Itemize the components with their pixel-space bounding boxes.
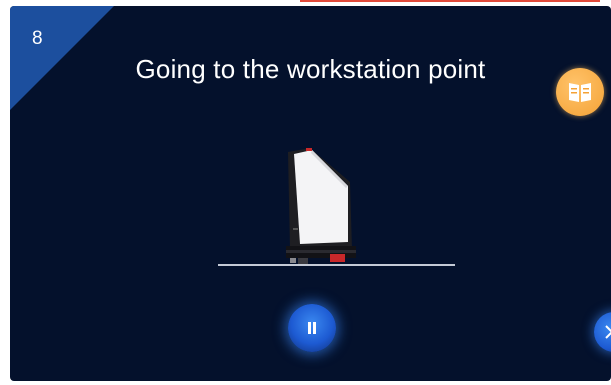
status-title: Going to the workstation point bbox=[135, 54, 486, 84]
manual-button[interactable] bbox=[556, 68, 604, 116]
pause-icon bbox=[307, 322, 317, 334]
robot-screen: 8 Going to the workstation point bbox=[10, 6, 611, 381]
robot-illustration bbox=[280, 146, 360, 273]
next-button[interactable] bbox=[594, 312, 611, 352]
floor-line bbox=[218, 264, 455, 266]
top-accent-line bbox=[300, 0, 600, 2]
step-number: 8 bbox=[32, 28, 43, 49]
robot-icon bbox=[286, 148, 356, 264]
next-icon bbox=[605, 325, 611, 339]
book-icon bbox=[569, 83, 591, 102]
pause-button[interactable] bbox=[288, 304, 336, 352]
